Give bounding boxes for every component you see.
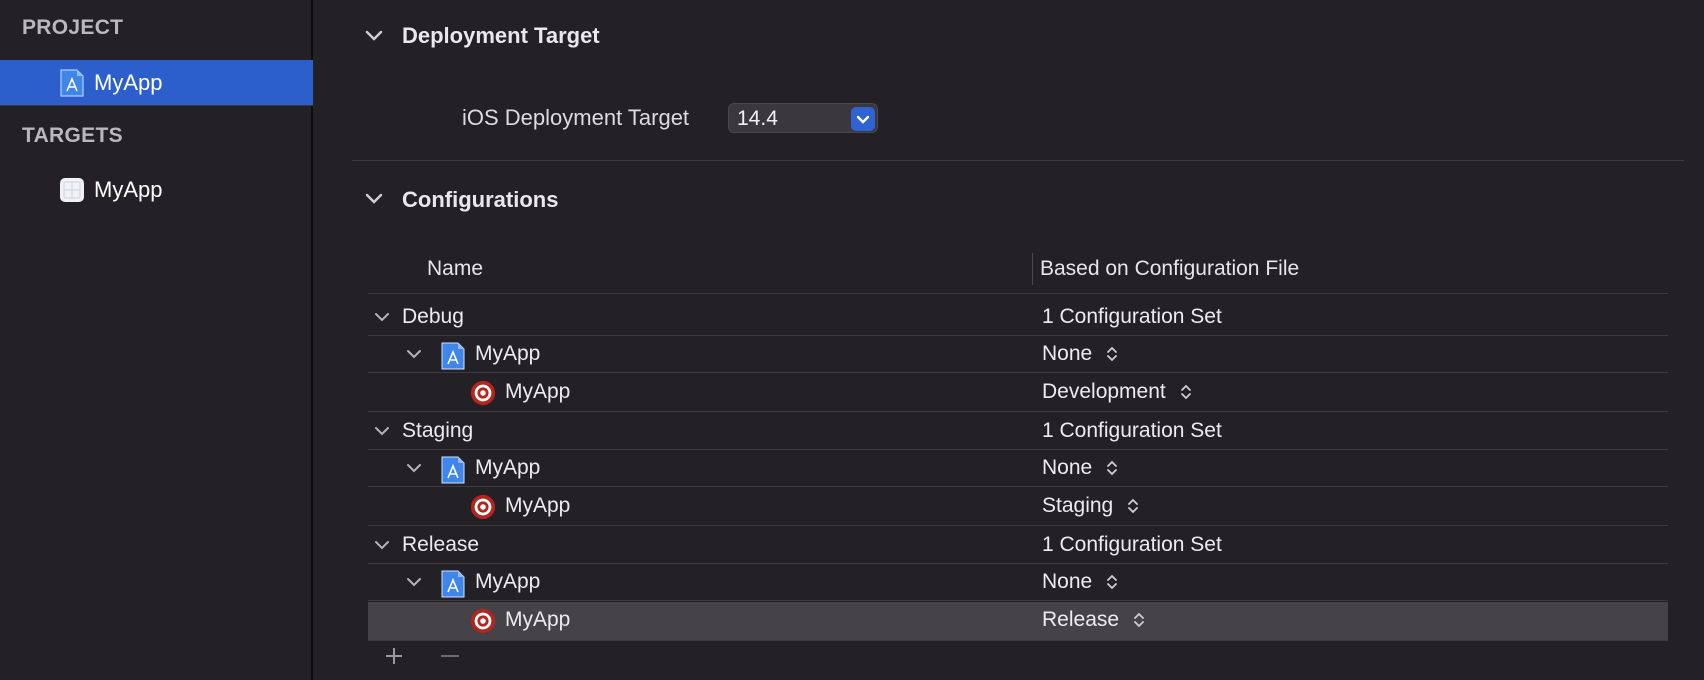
- chevron-down-icon[interactable]: [406, 349, 422, 361]
- config-file-popup[interactable]: Staging: [1042, 494, 1139, 518]
- row-name: MyApp: [475, 456, 541, 479]
- target-config-row[interactable]: MyApp Staging: [368, 488, 1668, 526]
- config-file-popup[interactable]: None: [1042, 456, 1118, 480]
- sidebar-project-header: PROJECT: [22, 16, 124, 39]
- column-header-name[interactable]: Name: [427, 257, 483, 281]
- config-file-popup[interactable]: None: [1042, 570, 1118, 594]
- app-target-icon: [60, 178, 84, 202]
- row-name: MyApp: [505, 494, 571, 517]
- ios-deployment-target-value: 14.4: [737, 107, 778, 130]
- row-name: Debug: [402, 305, 464, 328]
- row-value-text: Staging: [1042, 494, 1114, 517]
- target-icon: [470, 380, 496, 406]
- sidebar-item-label: MyApp: [94, 69, 163, 95]
- up-down-arrows-icon: [1107, 461, 1118, 476]
- row-value-text: 1 Configuration Set: [1042, 305, 1222, 328]
- row-name: Staging: [402, 419, 474, 442]
- row-value-text: Release: [1042, 608, 1120, 631]
- row-name: MyApp: [505, 380, 571, 403]
- project-config-row[interactable]: MyApp None: [368, 336, 1668, 373]
- table-header-line: [368, 293, 1668, 294]
- chevron-down-icon[interactable]: [365, 30, 383, 42]
- configuration-row[interactable]: Release 1 Configuration Set: [368, 527, 1668, 564]
- project-file-icon: [441, 570, 465, 598]
- column-separator[interactable]: [1032, 253, 1033, 285]
- project-file-icon: [441, 456, 465, 484]
- target-config-row[interactable]: MyApp Release: [368, 602, 1668, 641]
- row-name: MyApp: [475, 570, 541, 593]
- sidebar-targets-header: TARGETS: [22, 124, 123, 147]
- row-value-text: 1 Configuration Set: [1042, 533, 1222, 556]
- deployment-target-title: Deployment Target: [402, 23, 600, 48]
- row-value-text: 1 Configuration Set: [1042, 419, 1222, 442]
- sidebar-item-project[interactable]: MyApp: [0, 60, 313, 106]
- section-divider: [352, 160, 1684, 161]
- chevron-down-icon[interactable]: [374, 540, 390, 552]
- target-icon: [470, 608, 496, 634]
- popup-arrow-button[interactable]: [851, 107, 875, 131]
- row-value-text: None: [1042, 570, 1093, 593]
- row-value: 1 Configuration Set: [1042, 533, 1222, 557]
- row-value-text: Development: [1042, 380, 1166, 403]
- project-config-row[interactable]: MyApp None: [368, 564, 1668, 601]
- config-file-popup[interactable]: None: [1042, 342, 1118, 366]
- configuration-row[interactable]: Debug 1 Configuration Set: [368, 299, 1668, 336]
- remove-configuration-button[interactable]: [438, 644, 462, 668]
- target-config-row[interactable]: MyApp Development: [368, 374, 1668, 412]
- target-icon: [470, 494, 496, 520]
- chevron-down-icon[interactable]: [374, 312, 390, 324]
- row-value: 1 Configuration Set: [1042, 305, 1222, 329]
- row-name: MyApp: [505, 608, 571, 631]
- chevron-down-icon[interactable]: [406, 577, 422, 589]
- ios-deployment-target-label: iOS Deployment Target: [462, 105, 690, 130]
- chevron-down-icon[interactable]: [374, 426, 390, 438]
- column-header-based-on[interactable]: Based on Configuration File: [1040, 257, 1299, 281]
- row-name: MyApp: [475, 342, 541, 365]
- chevron-down-icon: [856, 115, 870, 124]
- sidebar-item-target[interactable]: MyApp: [0, 167, 313, 213]
- ios-deployment-target-popup[interactable]: 14.4: [728, 103, 878, 133]
- config-file-popup[interactable]: Development: [1042, 380, 1192, 404]
- up-down-arrows-icon: [1134, 613, 1144, 628]
- configuration-row[interactable]: Staging 1 Configuration Set: [368, 413, 1668, 450]
- chevron-down-icon[interactable]: [406, 463, 422, 475]
- row-value-text: None: [1042, 342, 1093, 365]
- sidebar: PROJECT MyApp TARGETS MyApp: [0, 0, 313, 680]
- row-name: Release: [402, 533, 480, 556]
- up-down-arrows-icon: [1180, 385, 1191, 400]
- add-configuration-button[interactable]: [382, 644, 406, 668]
- row-value: 1 Configuration Set: [1042, 419, 1222, 443]
- row-value-text: None: [1042, 456, 1093, 479]
- up-down-arrows-icon: [1128, 499, 1139, 514]
- project-file-icon: [60, 69, 84, 97]
- project-config-row[interactable]: MyApp None: [368, 450, 1668, 487]
- up-down-arrows-icon: [1107, 347, 1118, 362]
- project-file-icon: [441, 342, 465, 370]
- sidebar-item-label: MyApp: [94, 177, 163, 202]
- up-down-arrows-icon: [1107, 575, 1118, 590]
- config-file-popup[interactable]: Release: [1042, 608, 1145, 632]
